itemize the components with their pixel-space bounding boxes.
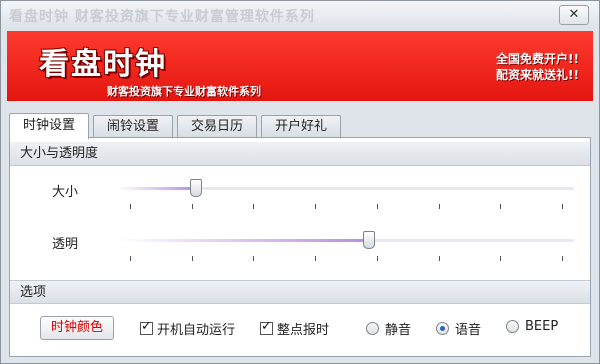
size-label: 大小 — [52, 185, 79, 200]
size-slider-fill — [118, 187, 196, 190]
radio-mute-icon — [366, 322, 379, 335]
slider-tick — [315, 204, 317, 209]
title-bar: 看盘时钟 财客投资旗下专业财富管理软件系列 ✕ — [1, 1, 599, 29]
slider-tick — [191, 204, 193, 209]
hourly-chime-checkbox[interactable]: 整点报时 — [260, 319, 329, 338]
hourly-chime-label: 整点报时 — [277, 323, 330, 338]
slider-tick — [253, 256, 255, 261]
banner-slogan: 财客投资旗下专业财富软件系列 — [107, 85, 261, 98]
size-slider-thumb[interactable] — [189, 179, 202, 197]
radio-voice-icon — [436, 322, 449, 335]
clock-color-button[interactable]: 时钟颜色 — [40, 316, 114, 340]
close-icon: ✕ — [568, 7, 580, 22]
tab-clock-settings[interactable]: 时钟设置 — [9, 113, 89, 139]
autostart-checkbox[interactable]: 开机自动运行 — [140, 319, 235, 338]
radio-voice[interactable]: 语音 — [436, 319, 481, 338]
close-button[interactable]: ✕ — [559, 5, 589, 25]
promo-line-2: 配资来就送礼!! — [496, 68, 579, 82]
brand-logo-text: 看盘时钟 — [39, 47, 167, 82]
autostart-label: 开机自动运行 — [157, 323, 236, 338]
radio-beep[interactable]: BEEP — [506, 319, 558, 334]
radio-mute-label: 静音 — [385, 323, 412, 338]
autostart-check-icon — [140, 319, 153, 335]
opacity-slider-ticks — [118, 256, 574, 262]
app-window: 看盘时钟 财客投资旗下专业财富管理软件系列 ✕ 看盘时钟 财客投资旗下专业财富软… — [0, 0, 600, 364]
slider-tick — [376, 256, 378, 261]
opacity-slider-fill — [118, 239, 369, 242]
banner-promo[interactable]: 全国免费开户!! 配资来就送礼!! — [496, 51, 579, 83]
slider-tick — [315, 256, 317, 261]
tab-account-gift[interactable]: 开户好礼 — [261, 115, 341, 137]
slider-tick — [253, 204, 255, 209]
slider-tick — [438, 204, 440, 209]
promo-banner[interactable]: 看盘时钟 财客投资旗下专业财富软件系列 全国免费开户!! 配资来就送礼!! — [7, 31, 593, 101]
radio-voice-label: 语音 — [455, 323, 482, 338]
tab-trading-calendar[interactable]: 交易日历 — [177, 115, 257, 137]
size-slider[interactable] — [118, 179, 574, 197]
opacity-label: 透明 — [52, 237, 79, 252]
slider-tick — [130, 204, 131, 209]
slider-tick — [191, 256, 193, 261]
radio-beep-label: BEEP — [525, 319, 559, 334]
slider-tick — [500, 256, 502, 261]
slider-tick — [562, 256, 563, 261]
slider-tick — [562, 204, 563, 209]
slider-tick — [130, 256, 131, 261]
slider-tick — [500, 204, 502, 209]
window-title: 看盘时钟 财客投资旗下专业财富管理软件系列 — [9, 9, 315, 25]
options-group-header: 选项 — [10, 280, 590, 304]
hourly-check-icon — [260, 319, 273, 335]
slider-tick — [438, 256, 440, 261]
size-slider-ticks — [118, 204, 574, 210]
tab-alarm-settings[interactable]: 闹铃设置 — [93, 115, 173, 137]
settings-panel: 大小与透明度 大小 透明 选项 时钟颜色 开机自动运行 整点报时 静音 — [9, 137, 591, 357]
opacity-slider-thumb[interactable] — [362, 231, 375, 249]
promo-line-1: 全国免费开户!! — [496, 52, 579, 66]
slider-tick — [376, 204, 378, 209]
opacity-slider[interactable] — [118, 231, 574, 249]
radio-beep-icon — [506, 320, 519, 333]
radio-mute[interactable]: 静音 — [366, 319, 411, 338]
size-group-header: 大小与透明度 — [10, 142, 590, 166]
